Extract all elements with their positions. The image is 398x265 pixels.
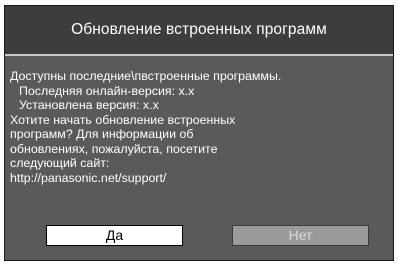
yes-button[interactable]: Да xyxy=(46,225,183,246)
no-button[interactable]: Нет xyxy=(232,225,369,246)
message-line-site: следующий сайт: xyxy=(10,156,110,170)
dialog-message: Доступны последние\пвстроенные программы… xyxy=(10,69,390,185)
message-line-question-3: обновлениях, пожалуйста, посетите xyxy=(10,141,218,156)
message-line-installed-version: Установлена версия: x.x xyxy=(19,98,159,112)
message-line-available: Доступны последние\пвстроенные программы… xyxy=(10,69,282,83)
dialog-title: Обновление встроенных программ xyxy=(5,6,393,56)
message-line-online-version: Последняя онлайн-версия: x.x xyxy=(19,83,195,98)
message-line-question-1: Хотите начать обновление встроенных xyxy=(10,112,236,127)
firmware-update-dialog: Обновление встроенных программ Доступны … xyxy=(4,5,394,261)
message-line-question-2: программ? Для информации об xyxy=(10,127,194,141)
support-url: http://panasonic.net/support/ xyxy=(10,170,167,185)
